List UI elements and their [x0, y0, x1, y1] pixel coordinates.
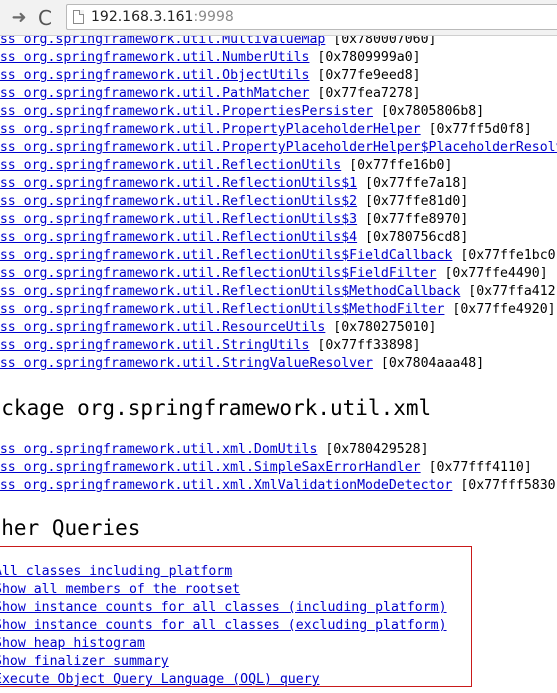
class-address: [0x77ffe7a18]	[357, 176, 469, 191]
class-address: [0x7809999a0]	[309, 50, 421, 65]
class-row: class org.springframework.util.Reflectio…	[0, 265, 548, 283]
class-address: [0x77ffe4920]	[444, 302, 556, 317]
query-link[interactable]: Show instance counts for all classes (in…	[0, 600, 447, 615]
query-link[interactable]: Show heap histogram	[0, 636, 145, 651]
class-address: [0x780007060]	[325, 36, 437, 47]
page-icon	[73, 10, 84, 24]
class-link[interactable]: class org.springframework.util.Reflectio…	[0, 230, 357, 245]
class-address: [0x77ffe1bc0]	[452, 248, 557, 263]
class-row: class org.springframework.util.PropertyP…	[0, 139, 557, 157]
package-heading: Package org.springframework.util.xml	[0, 396, 432, 420]
class-row: class org.springframework.util.xml.XmlVa…	[0, 477, 557, 495]
class-link[interactable]: class org.springframework.util.Reflectio…	[0, 284, 460, 299]
query-item: •Show instance counts for all classes (i…	[0, 599, 447, 617]
class-link[interactable]: class org.springframework.util.xml.DomUt…	[0, 442, 317, 457]
class-row: class org.springframework.util.MultiValu…	[0, 36, 437, 49]
class-row: class org.springframework.util.xml.Simpl…	[0, 459, 532, 477]
class-address: [0x77ff5d0f8]	[420, 122, 532, 137]
query-link[interactable]: All classes including platform	[0, 564, 232, 579]
class-link[interactable]: class org.springframework.util.Reflectio…	[0, 302, 444, 317]
class-row: class org.springframework.util.Reflectio…	[0, 247, 557, 265]
class-row: class org.springframework.util.Reflectio…	[0, 211, 468, 229]
other-queries-heading: Other Queries	[0, 516, 141, 540]
class-row: class org.springframework.util.Reflectio…	[0, 193, 468, 211]
class-row: class org.springframework.util.StringVal…	[0, 355, 484, 373]
class-link[interactable]: class org.springframework.util.Reflectio…	[0, 176, 357, 191]
query-item: •Show heap histogram	[0, 635, 145, 653]
class-row: class org.springframework.util.Reflectio…	[0, 229, 468, 247]
class-row: class org.springframework.util.PathMatch…	[0, 85, 421, 103]
class-address: [0x77ffa412]	[460, 284, 557, 299]
query-item: •Show instance counts for all classes (e…	[0, 617, 447, 635]
class-row: class org.springframework.util.Reflectio…	[0, 301, 556, 319]
class-link[interactable]: class org.springframework.util.PropertyP…	[0, 122, 421, 137]
class-link[interactable]: class org.springframework.util.Propertie…	[0, 104, 373, 119]
class-link[interactable]: class org.springframework.util.StringUti…	[0, 338, 309, 353]
class-row: class org.springframework.util.ObjectUti…	[0, 67, 421, 85]
class-address: [0x77fea7278]	[309, 86, 421, 101]
class-address: [0x77ff33898]	[309, 338, 421, 353]
class-link[interactable]: class org.springframework.util.Reflectio…	[0, 248, 452, 263]
reload-icon[interactable]: C	[34, 7, 56, 29]
arrow-right-icon[interactable]: ➜	[8, 7, 30, 29]
class-address: [0x780275010]	[325, 320, 437, 335]
class-address: [0x77ffe81d0]	[357, 194, 469, 209]
class-row: class org.springframework.util.xml.DomUt…	[0, 441, 429, 459]
class-address: [0x7805806b8]	[372, 104, 485, 119]
page-content: class org.springframework.util.MultiValu…	[0, 36, 557, 693]
address-bar[interactable]: 192.168.3.161:9998	[66, 4, 557, 30]
class-row: class org.springframework.util.PropertyP…	[0, 121, 532, 139]
class-link[interactable]: class org.springframework.util.Reflectio…	[0, 266, 437, 281]
class-link[interactable]: class org.springframework.util.PropertyP…	[0, 140, 557, 155]
query-link[interactable]: Execute Object Query Language (OQL) quer…	[0, 672, 320, 687]
class-address: [0x77ffe16b0]	[341, 158, 453, 173]
class-row: class org.springframework.util.Reflectio…	[0, 175, 468, 193]
class-row: class org.springframework.util.NumberUti…	[0, 49, 421, 67]
url-text: 192.168.3.161:9998	[91, 5, 234, 29]
query-link[interactable]: Show all members of the rootset	[0, 582, 240, 597]
class-address: [0x7804aaa48]	[372, 356, 485, 371]
query-link[interactable]: Show finalizer summary	[0, 654, 169, 669]
class-link[interactable]: class org.springframework.util.Reflectio…	[0, 212, 357, 227]
class-link[interactable]: class org.springframework.util.MultiValu…	[0, 36, 325, 47]
url-host: 192.168.3.161	[91, 9, 194, 25]
class-link[interactable]: class org.springframework.util.xml.Simpl…	[0, 460, 421, 475]
class-row: class org.springframework.util.StringUti…	[0, 337, 421, 355]
class-address: [0x77fff5830]	[452, 478, 557, 493]
class-row: class org.springframework.util.Propertie…	[0, 103, 484, 121]
url-port: :9998	[193, 9, 234, 25]
class-link[interactable]: class org.springframework.util.NumberUti…	[0, 50, 309, 65]
class-address: [0x77fff4110]	[420, 460, 532, 475]
class-link[interactable]: class org.springframework.util.xml.XmlVa…	[0, 478, 452, 493]
class-address: [0x77ffe8970]	[357, 212, 469, 227]
class-row: class org.springframework.util.ResourceU…	[0, 319, 437, 337]
class-link[interactable]: class org.springframework.util.StringVal…	[0, 356, 373, 371]
class-address: [0x780429528]	[317, 442, 429, 457]
class-link[interactable]: class org.springframework.util.Reflectio…	[0, 158, 341, 173]
query-item: •Execute Object Query Language (OQL) que…	[0, 671, 320, 689]
class-row: class org.springframework.util.Reflectio…	[0, 157, 452, 175]
query-item: •All classes including platform	[0, 563, 232, 581]
query-item: •Show all members of the rootset	[0, 581, 240, 599]
class-link[interactable]: class org.springframework.util.ObjectUti…	[0, 68, 309, 83]
query-item: •Show finalizer summary	[0, 653, 169, 671]
class-address: [0x77fe9eed8]	[309, 68, 421, 83]
browser-toolbar: ➜ C 192.168.3.161:9998	[0, 0, 557, 36]
class-address: [0x780756cd8]	[357, 230, 469, 245]
class-link[interactable]: class org.springframework.util.Reflectio…	[0, 194, 357, 209]
class-address: [0x77ffe4490]	[436, 266, 548, 281]
class-link[interactable]: class org.springframework.util.ResourceU…	[0, 320, 325, 335]
query-link[interactable]: Show instance counts for all classes (ex…	[0, 618, 447, 633]
class-link[interactable]: class org.springframework.util.PathMatch…	[0, 86, 309, 101]
class-row: class org.springframework.util.Reflectio…	[0, 283, 557, 301]
